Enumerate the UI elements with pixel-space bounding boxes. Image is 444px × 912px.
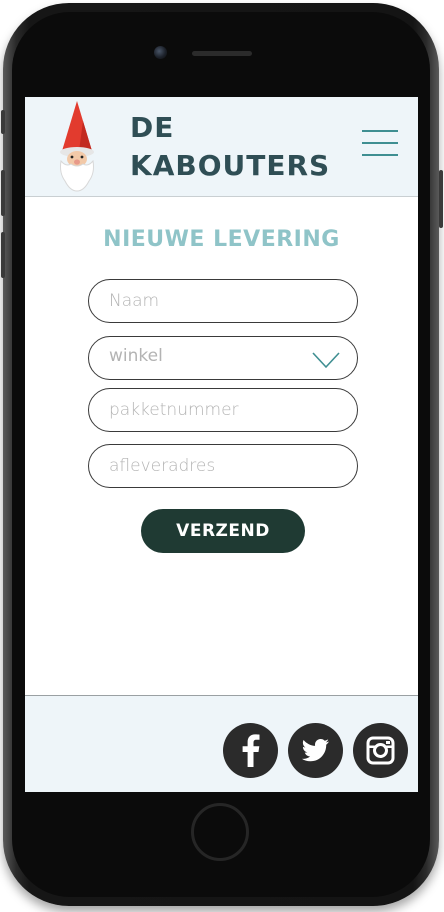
facebook-icon bbox=[242, 734, 260, 767]
side-button bbox=[439, 170, 443, 228]
page-title: NIEUWE LEVERING bbox=[103, 227, 340, 252]
delivery-address-input[interactable] bbox=[88, 444, 358, 488]
side-button bbox=[1, 110, 5, 134]
app-header: DE KABOUTERS bbox=[25, 97, 418, 197]
instagram-icon bbox=[366, 736, 395, 765]
brand-line-2: KABOUTERS bbox=[130, 149, 331, 182]
side-button bbox=[1, 232, 5, 278]
store-select-value: winkel bbox=[109, 346, 163, 366]
earpiece-speaker bbox=[192, 51, 252, 56]
brand-title: DE KABOUTERS bbox=[130, 109, 330, 185]
app-screen: DE KABOUTERS NIEUWE LEVERING winkel VERZ… bbox=[25, 97, 418, 792]
hamburger-menu-icon bbox=[362, 154, 398, 156]
brand-line-1: DE bbox=[130, 111, 175, 144]
instagram-link[interactable] bbox=[353, 723, 408, 778]
gnome-icon bbox=[60, 101, 94, 192]
twitter-icon bbox=[301, 739, 329, 762]
app-footer bbox=[25, 695, 418, 792]
name-input[interactable] bbox=[88, 279, 358, 323]
store-select[interactable]: winkel bbox=[88, 336, 358, 380]
hamburger-menu-icon bbox=[362, 142, 398, 144]
side-button bbox=[1, 170, 5, 216]
submit-button[interactable]: VERZEND bbox=[141, 509, 305, 553]
front-camera bbox=[154, 46, 167, 59]
twitter-link[interactable] bbox=[288, 723, 343, 778]
home-button[interactable] bbox=[191, 803, 249, 861]
package-number-input[interactable] bbox=[88, 388, 358, 432]
facebook-link[interactable] bbox=[223, 723, 278, 778]
hamburger-menu-button[interactable] bbox=[362, 127, 400, 159]
chevron-down-icon bbox=[312, 352, 340, 369]
hamburger-menu-icon bbox=[362, 130, 398, 132]
